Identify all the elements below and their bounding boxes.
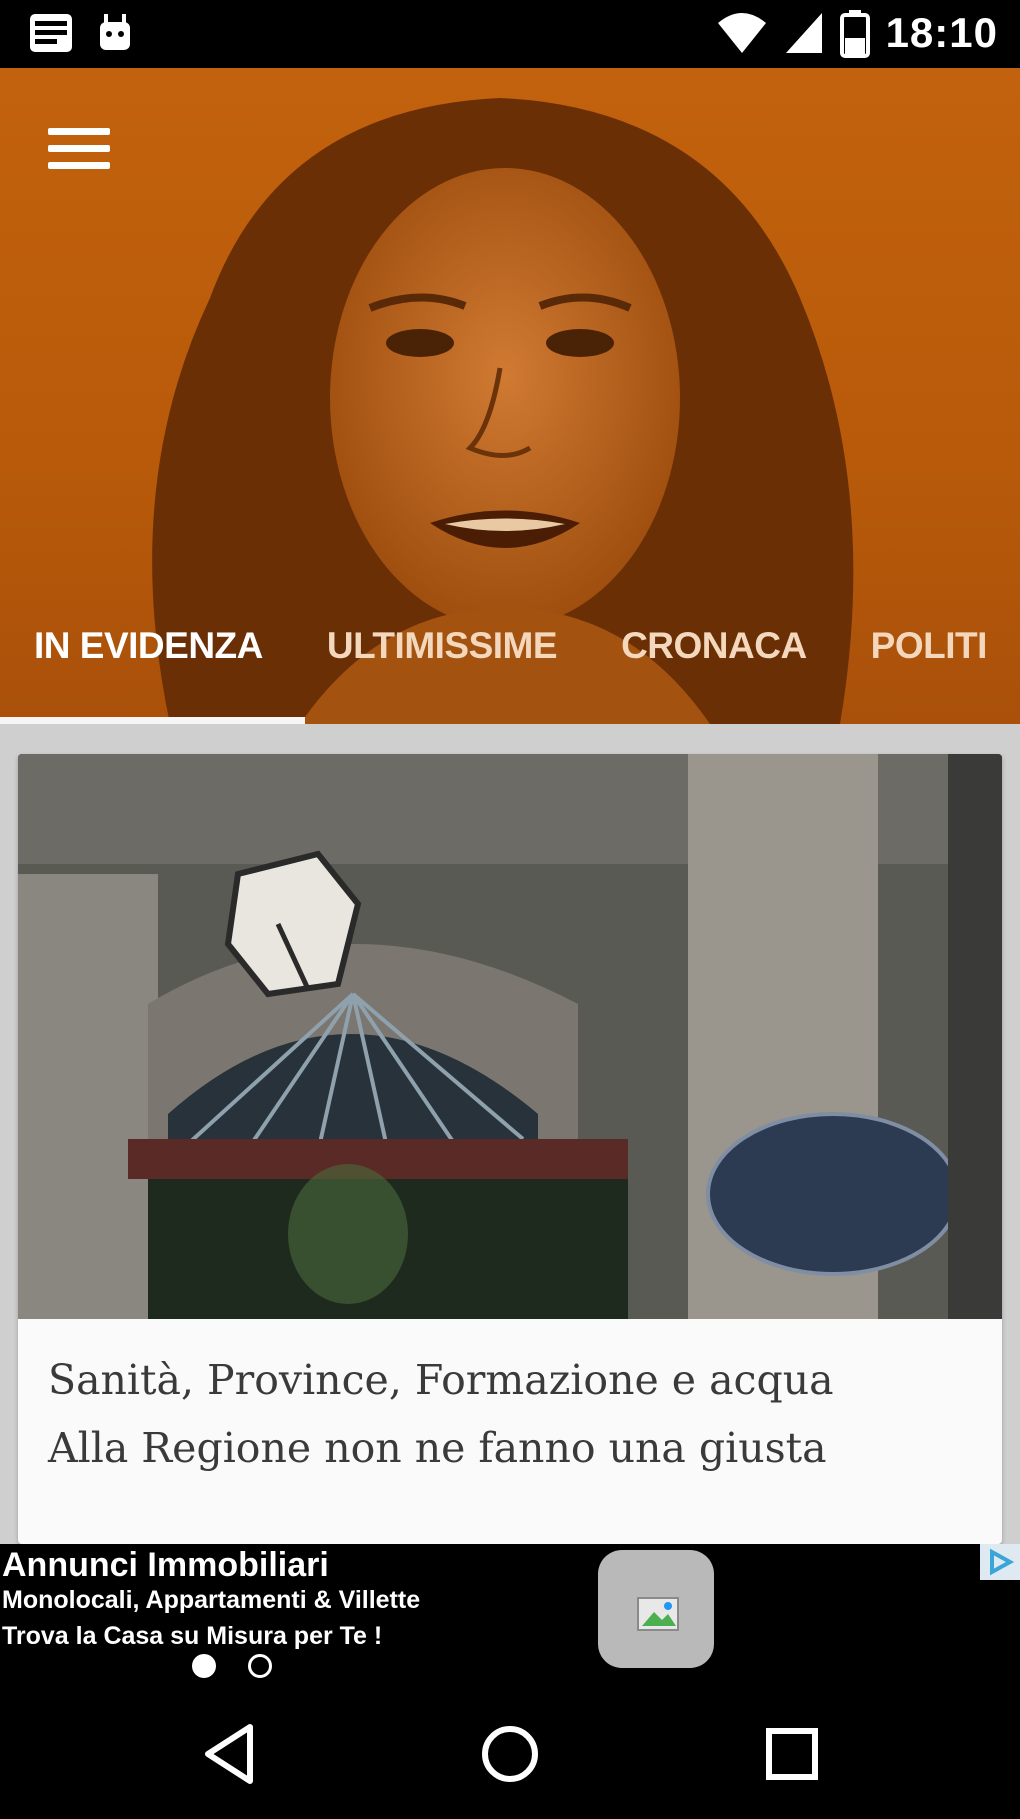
ad-title: Annunci Immobiliari [2, 1546, 329, 1584]
article-headline: Sanità, Province, Formazione e acqua All… [48, 1346, 978, 1482]
recents-icon[interactable] [757, 1719, 827, 1789]
wifi-icon [717, 13, 766, 53]
ad-line-2: Trova la Casa su Misura per Te ! [2, 1622, 383, 1650]
android-icon [100, 14, 130, 50]
headline-line-2: Alla Regione non ne fanno una giusta [48, 1424, 827, 1472]
ad-line-1: Monolocali, Appartamenti & Villette [2, 1586, 421, 1614]
active-tab-indicator [0, 717, 305, 724]
navigation-bar [0, 1689, 1020, 1819]
menu-button[interactable] [48, 128, 110, 176]
status-left-icons [28, 12, 134, 54]
headline-line-1: Sanità, Province, Formazione e acqua [48, 1356, 834, 1404]
battery-icon [839, 10, 870, 58]
ad-image [598, 1550, 714, 1668]
back-icon[interactable] [196, 1719, 266, 1789]
status-time: 18:10 [885, 9, 998, 56]
adchoices-icon[interactable] [980, 1544, 1020, 1580]
category-tabs: IN EVIDENZA ULTIMISSIME CRONACA POLITI [0, 616, 1020, 676]
signal-icon [785, 13, 822, 53]
tab-politica[interactable]: POLITI [871, 625, 988, 667]
status-bar: 18:10 [0, 0, 1020, 68]
article-image [18, 754, 1002, 1319]
tab-in-evidenza[interactable]: IN EVIDENZA [34, 625, 263, 667]
hamburger-menu-icon [48, 128, 110, 135]
article-card[interactable]: Sanità, Province, Formazione e acqua All… [18, 754, 1002, 1544]
home-icon[interactable] [475, 1719, 545, 1789]
header: IN EVIDENZA ULTIMISSIME CRONACA POLITI [0, 68, 1020, 724]
ad-page-dot-active[interactable] [192, 1654, 216, 1678]
tab-ultimissime[interactable]: ULTIMISSIME [327, 625, 558, 667]
tab-cronaca[interactable]: CRONACA [621, 625, 807, 667]
sms-icon [30, 14, 72, 52]
status-right-icons: 18:10 [716, 8, 998, 58]
ad-page-dot[interactable] [248, 1654, 272, 1678]
broken-image-icon [637, 1597, 679, 1631]
ad-banner[interactable]: Annunci Immobiliari Monolocali, Appartam… [0, 1544, 1020, 1689]
